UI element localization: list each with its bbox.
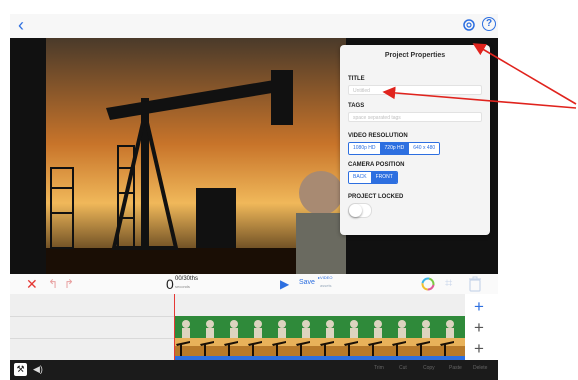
arrow-to-title-field bbox=[382, 86, 577, 109]
annotation-arrows bbox=[382, 43, 577, 109]
arrow-to-gear bbox=[472, 43, 577, 105]
